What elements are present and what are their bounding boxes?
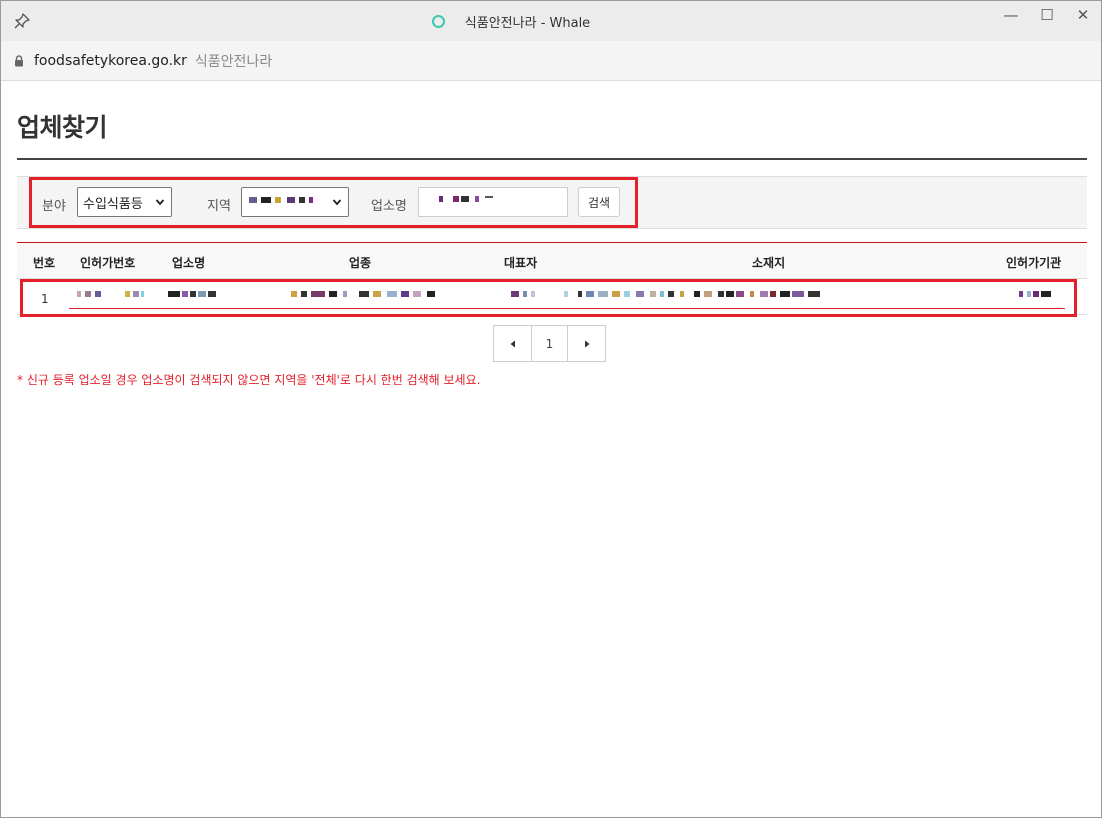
page-content: 업체찾기 분야 수입식품등 지역 업소명 검색 번호 인허가번호 업소명 업종 … (1, 81, 1101, 817)
table-row[interactable]: 1 (17, 279, 1087, 317)
row-underline (69, 308, 1065, 309)
col-header-agency: 인허가기관 (1006, 256, 1062, 270)
prev-page-button[interactable] (494, 326, 531, 361)
search-panel: 분야 수입식품등 지역 업소명 검색 (17, 176, 1087, 229)
col-header-address: 소재지 (752, 256, 786, 270)
chevron-down-icon (332, 199, 342, 206)
title-bar: 식품안전나라 - Whale — ☐ ✕ (1, 1, 1101, 41)
next-page-button[interactable] (568, 326, 605, 361)
results-table: 번호 인허가번호 업소명 업종 대표자 소재지 인허가기관 1 (17, 242, 1087, 317)
url-text: foodsafetykorea.go.kr (34, 52, 187, 69)
title-divider (17, 158, 1087, 160)
col-header-company: 업소명 (172, 256, 206, 270)
col-header-industry: 업종 (349, 256, 372, 270)
close-button[interactable]: ✕ (1065, 1, 1101, 29)
chevron-down-icon (155, 199, 165, 206)
page-name-text: 식품안전나라 (194, 53, 273, 70)
company-name-input[interactable] (418, 187, 568, 217)
redacted-industry (291, 291, 441, 299)
field-select[interactable]: 수입식품등 (77, 187, 172, 217)
browser-window: 식품안전나라 - Whale — ☐ ✕ foodsafetykorea.go.… (0, 0, 1102, 818)
pagination: 1 (493, 325, 606, 362)
page-title: 업체찾기 (17, 113, 108, 142)
cell-no: 1 (41, 292, 49, 306)
col-header-representative: 대표자 (504, 256, 538, 270)
redacted-agency (1019, 291, 1055, 299)
search-notice: * 신규 등록 업소일 경우 업소명이 검색되지 않으면 지역을 '전체'로 다… (17, 373, 481, 387)
caret-right-icon (584, 340, 589, 347)
minimize-button[interactable]: — (993, 1, 1029, 29)
window-controls: — ☐ ✕ (993, 1, 1101, 41)
field-label: 분야 (42, 199, 66, 214)
redacted-company-name (168, 291, 218, 299)
page-number-button[interactable]: 1 (531, 326, 568, 361)
table-header: 번호 인허가번호 업소명 업종 대표자 소재지 인허가기관 (17, 243, 1087, 279)
region-select[interactable] (241, 187, 349, 217)
col-header-license-no: 인허가번호 (80, 256, 136, 270)
search-button[interactable]: 검색 (578, 187, 620, 217)
redacted-company-input (439, 196, 499, 206)
region-label: 지역 (207, 199, 231, 214)
redacted-license-no (77, 291, 147, 299)
col-header-no: 번호 (33, 256, 56, 270)
company-label: 업소명 (371, 199, 407, 214)
redacted-region-value (249, 197, 319, 207)
window-title: 식품안전나라 - Whale (1, 1, 1101, 41)
field-select-value: 수입식품등 (83, 196, 143, 212)
caret-left-icon (510, 340, 515, 347)
redacted-address (564, 291, 829, 299)
site-icon (431, 14, 445, 28)
maximize-button[interactable]: ☐ (1029, 1, 1065, 29)
lock-icon (15, 54, 23, 66)
address-bar[interactable]: foodsafetykorea.go.kr 식품안전나라 (1, 41, 1101, 81)
redacted-representative (511, 291, 541, 299)
window-title-text: 식품안전나라 - Whale (464, 15, 591, 31)
